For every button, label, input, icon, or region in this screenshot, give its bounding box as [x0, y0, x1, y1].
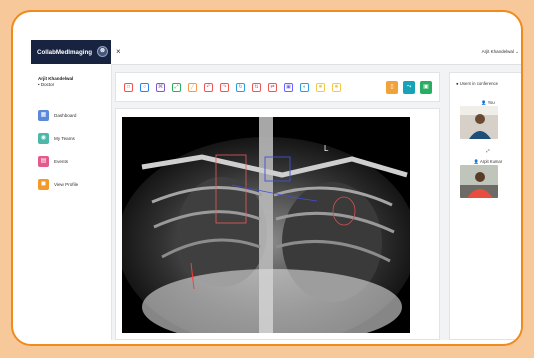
- redo-icon[interactable]: ↷: [220, 83, 229, 92]
- square-tool-icon[interactable]: □: [124, 83, 133, 92]
- my-teams-icon: ◉: [38, 133, 49, 144]
- brightness-down-icon[interactable]: ✺: [332, 83, 341, 92]
- brightness-up-icon[interactable]: ✹: [316, 83, 325, 92]
- invert-icon[interactable]: ▣: [284, 83, 293, 92]
- contrast-icon[interactable]: ◐: [300, 83, 309, 92]
- user-role: • Doctor: [38, 82, 55, 87]
- outer-frame: CollabMedImaging ⊗ Arjit Khandelwal • Do…: [11, 10, 523, 346]
- participant-video-you: [460, 106, 498, 139]
- conference-panel: ● Users in conference 👤 You ⤢ 👤 Arpit Ku…: [449, 72, 521, 340]
- sidebar-item-events[interactable]: ▤ Events: [38, 156, 68, 167]
- xray-marker: L: [324, 144, 329, 153]
- sidebar-item-label: Dashboard: [54, 113, 77, 118]
- app-brand: CollabMedImaging: [37, 48, 93, 56]
- arrow-tool-icon[interactable]: ⤢: [172, 83, 181, 92]
- sidebar: CollabMedImaging ⊗ Arjit Khandelwal • Do…: [31, 40, 112, 340]
- image-viewer: L: [115, 108, 440, 340]
- flip-horizontal-icon[interactable]: ⇄: [268, 83, 277, 92]
- rotate-left-icon[interactable]: ↻: [236, 83, 245, 92]
- dashboard-icon: ▦: [38, 110, 49, 121]
- user-profile: Arjit Khandelwal • Doctor: [38, 76, 73, 88]
- sidebar-item-my-teams[interactable]: ◉ My Teams: [38, 133, 75, 144]
- undo-icon[interactable]: ↶: [204, 83, 213, 92]
- chevron-down-icon: ⌄: [515, 49, 519, 54]
- pen-tool-icon[interactable]: ╱: [188, 83, 197, 92]
- top-bar: × Arjit Khandelwal ⌄: [111, 40, 521, 65]
- menu-toggle-button[interactable]: ⊗: [97, 46, 108, 57]
- share-button[interactable]: ⤳: [403, 81, 415, 94]
- participant-video-arpit: [460, 165, 498, 198]
- sidebar-item-label: My Teams: [54, 136, 75, 141]
- sidebar-item-label: Events: [54, 159, 69, 164]
- expand-icon[interactable]: ⤢: [450, 148, 521, 153]
- xray-image[interactable]: L: [122, 117, 410, 333]
- view-profile-icon: ◼: [38, 179, 49, 190]
- sidebar-item-dashboard[interactable]: ▦ Dashboard: [38, 110, 76, 121]
- events-icon: ▤: [38, 156, 49, 167]
- close-icon[interactable]: ×: [116, 47, 121, 56]
- account-menu[interactable]: Arjit Khandelwal ⌄: [482, 49, 519, 55]
- sidebar-item-label: View Profile: [54, 182, 79, 187]
- save-button[interactable]: ▯: [386, 81, 398, 94]
- download-button[interactable]: ▣: [420, 81, 432, 94]
- brand-header: CollabMedImaging ⊗: [31, 40, 111, 64]
- flip-vertical-icon[interactable]: ⇅: [252, 83, 261, 92]
- polygon-tool-icon[interactable]: ⌘: [156, 83, 165, 92]
- annotation-toolbar: □ ○ ⌘ ⤢ ╱ ↶ ↷ ↻ ⇅ ⇄ ▣ ◐ ✹ ✺ ▯ ⤳ ▣: [115, 72, 440, 102]
- app-window: CollabMedImaging ⊗ Arjit Khandelwal • Do…: [31, 40, 521, 340]
- account-name: Arjit Khandelwal: [481, 49, 514, 54]
- sidebar-item-view-profile[interactable]: ◼ View Profile: [38, 179, 78, 190]
- chest-xray-render: L: [122, 117, 410, 333]
- circle-tool-icon[interactable]: ○: [140, 83, 149, 92]
- conference-title: ● Users in conference: [456, 81, 499, 86]
